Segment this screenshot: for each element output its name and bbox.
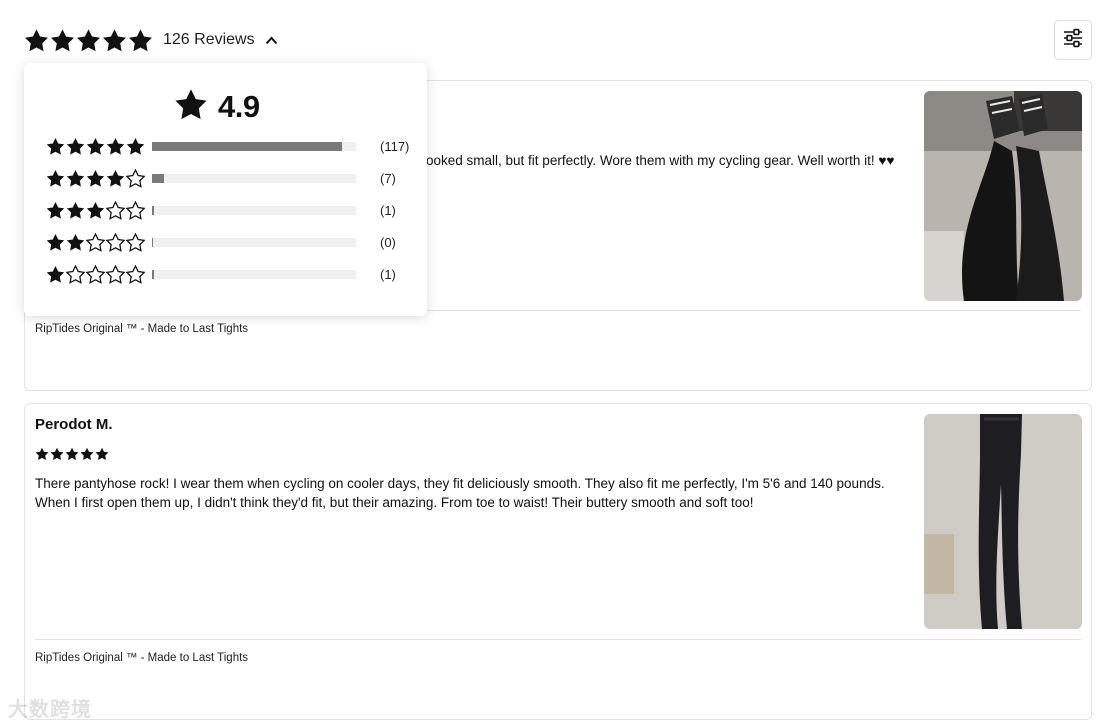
review-card: Perodot M. There pantyhose rock! I wear … bbox=[24, 403, 1092, 720]
star-filled-icon bbox=[46, 137, 65, 156]
rating-bar-fill bbox=[152, 141, 342, 151]
summary-stars bbox=[24, 28, 153, 53]
star-empty-icon bbox=[126, 232, 145, 252]
star-filled-icon bbox=[126, 137, 145, 156]
dist-stars bbox=[46, 264, 150, 284]
rating-bar-fill bbox=[152, 205, 155, 215]
rating-count: (117) bbox=[380, 138, 410, 154]
dist-stars bbox=[46, 137, 150, 156]
star-empty-icon bbox=[126, 200, 145, 220]
rating-filter-2-stars[interactable]: (0) bbox=[46, 232, 416, 252]
product-name: RipTides Original ™ - Made to Last Tight… bbox=[35, 323, 249, 335]
review-text: There pantyhose rock! I wear them when c… bbox=[35, 476, 885, 510]
review-photo[interactable] bbox=[924, 414, 1082, 629]
review-count: 126 Reviews bbox=[163, 31, 255, 48]
rating-filter-4-stars[interactable]: (7) bbox=[46, 168, 416, 188]
star-empty-icon bbox=[106, 200, 125, 220]
star-filled-icon bbox=[86, 169, 105, 188]
star-filled-icon bbox=[46, 233, 65, 252]
average-rating: 4.9 bbox=[174, 88, 260, 126]
star-filled-icon bbox=[66, 201, 85, 220]
product-name: RipTides Original ™ - Made to Last Tight… bbox=[35, 652, 249, 664]
star-empty-icon bbox=[86, 264, 105, 284]
rating-bar bbox=[152, 269, 356, 279]
star-filled-icon bbox=[66, 233, 85, 252]
star-filled-icon bbox=[102, 28, 127, 53]
review-stars bbox=[35, 447, 109, 461]
rating-bar bbox=[152, 205, 356, 215]
star-filled-icon bbox=[95, 447, 109, 461]
sliders-icon bbox=[1063, 28, 1083, 53]
filter-button[interactable] bbox=[1054, 20, 1092, 60]
rating-bar bbox=[152, 237, 356, 247]
star-filled-icon bbox=[46, 265, 65, 284]
rating-bar bbox=[152, 141, 356, 151]
star-empty-icon bbox=[106, 232, 125, 252]
dist-stars bbox=[46, 168, 150, 188]
star-filled-icon bbox=[76, 28, 101, 53]
star-filled-icon bbox=[66, 137, 85, 156]
star-icon bbox=[174, 88, 208, 126]
star-filled-icon bbox=[50, 447, 64, 461]
rating-summary-toggle[interactable]: 126 Reviews bbox=[24, 26, 279, 54]
chevron-up-icon bbox=[265, 33, 279, 47]
dist-stars bbox=[46, 232, 150, 252]
star-empty-icon bbox=[66, 264, 85, 284]
rating-count: (1) bbox=[380, 202, 396, 218]
star-filled-icon bbox=[24, 28, 49, 53]
star-filled-icon bbox=[106, 137, 125, 156]
rating-bar-fill bbox=[152, 173, 165, 183]
star-filled-icon bbox=[86, 201, 105, 220]
star-filled-icon bbox=[86, 137, 105, 156]
rating-count: (1) bbox=[380, 266, 396, 282]
star-empty-icon bbox=[126, 264, 145, 284]
average-rating-value: 4.9 bbox=[218, 89, 260, 124]
rating-filter-3-stars[interactable]: (1) bbox=[46, 200, 416, 220]
star-filled-icon bbox=[106, 169, 125, 188]
card-divider bbox=[35, 639, 1081, 640]
star-filled-icon bbox=[46, 169, 65, 188]
rating-filter-1-star[interactable]: (1) bbox=[46, 264, 416, 284]
rating-count: (0) bbox=[380, 234, 396, 250]
rating-breakdown-popover: 4.9 (117) (7) (1) (0) (1) bbox=[24, 63, 427, 316]
review-photo-image bbox=[924, 414, 1082, 629]
star-empty-icon bbox=[86, 232, 105, 252]
star-filled-icon bbox=[66, 169, 85, 188]
dist-stars bbox=[46, 200, 150, 220]
star-empty-icon bbox=[106, 264, 125, 284]
rating-bar bbox=[152, 173, 356, 183]
rating-filter-5-stars[interactable]: (117) bbox=[46, 136, 416, 156]
rating-bar-fill bbox=[152, 237, 154, 247]
star-filled-icon bbox=[65, 447, 79, 461]
rating-bar-fill bbox=[152, 269, 155, 279]
watermark: 大数跨境 bbox=[8, 699, 92, 721]
star-filled-icon bbox=[128, 28, 153, 53]
star-empty-icon bbox=[126, 168, 145, 188]
star-filled-icon bbox=[35, 447, 49, 461]
review-photo-image bbox=[924, 91, 1082, 301]
review-photo[interactable] bbox=[924, 91, 1082, 301]
reviewer-name: Perodot M. bbox=[35, 416, 113, 433]
star-filled-icon bbox=[80, 447, 94, 461]
star-filled-icon bbox=[50, 28, 75, 53]
rating-count: (7) bbox=[380, 170, 396, 186]
star-filled-icon bbox=[46, 201, 65, 220]
